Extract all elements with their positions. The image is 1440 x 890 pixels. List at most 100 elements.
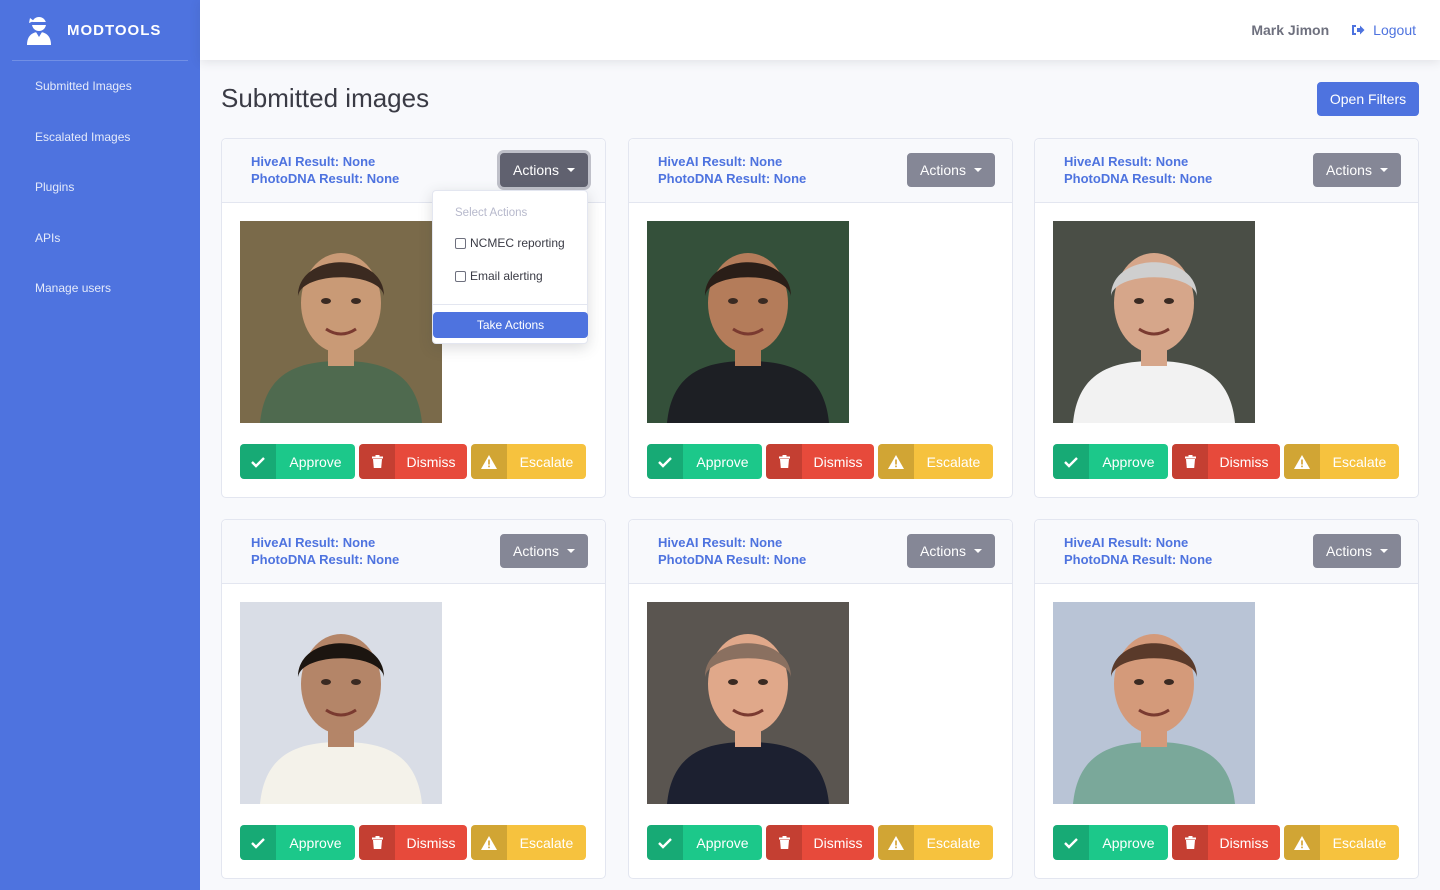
check-icon (1053, 825, 1089, 860)
dismiss-label: Dismiss (1219, 453, 1269, 470)
page-title: Submitted images (221, 83, 430, 113)
image-card: HiveAI Result: None PhotoDNA Result: None… (628, 138, 1013, 498)
dismiss-button[interactable]: Dismiss (1172, 825, 1280, 860)
actions-dropdown-button[interactable]: Actions (500, 534, 588, 568)
warning-icon (1284, 825, 1320, 860)
card-header: HiveAI Result: None PhotoDNA Result: None… (1035, 139, 1418, 203)
checkbox-box[interactable] (455, 270, 466, 282)
approve-button[interactable]: Approve (240, 444, 355, 479)
caret-down-icon (1379, 168, 1388, 172)
actions-dropdown-button[interactable]: Actions (907, 534, 995, 568)
escalate-label: Escalate (1332, 453, 1387, 470)
actions-dropdown-menu: Select Actions NCMEC reporting Email ale… (432, 190, 588, 344)
caret-down-icon (1379, 549, 1388, 553)
card-action-buttons: Approve Dismiss Escalate (240, 444, 590, 479)
email-alerting-checkbox[interactable]: Email alerting (455, 269, 543, 283)
escalate-label: Escalate (926, 834, 981, 851)
card-header: HiveAI Result: None PhotoDNA Result: None… (222, 520, 605, 584)
brand[interactable]: MODTOOLS (12, 0, 188, 61)
card-action-buttons: Approve Dismiss Escalate (1053, 444, 1403, 479)
escalate-button[interactable]: Escalate (471, 825, 586, 860)
submitted-image[interactable] (240, 602, 442, 804)
sidebar-item-apis[interactable]: APIs (0, 213, 200, 264)
escalate-label: Escalate (1332, 834, 1387, 851)
actions-dropdown-button[interactable]: Actions (907, 153, 995, 187)
checkbox-label: Email alerting (470, 269, 543, 283)
dismiss-label: Dismiss (406, 453, 456, 470)
check-icon (647, 444, 683, 479)
actions-label: Actions (920, 543, 966, 559)
dropdown-header: Select Actions (455, 207, 528, 219)
sidebar-item-plugins[interactable]: Plugins (0, 162, 200, 213)
checkbox-box[interactable] (455, 237, 466, 249)
check-icon (240, 444, 276, 479)
actions-dropdown-button[interactable]: Actions (500, 153, 588, 187)
approve-button[interactable]: Approve (647, 444, 762, 479)
dismiss-button[interactable]: Dismiss (766, 444, 874, 479)
trash-icon (766, 444, 802, 479)
approve-label: Approve (289, 834, 342, 851)
approve-label: Approve (696, 834, 749, 851)
dismiss-button[interactable]: Dismiss (766, 825, 874, 860)
caret-down-icon (973, 168, 982, 172)
ncmec-reporting-checkbox[interactable]: NCMEC reporting (455, 236, 565, 250)
hiveai-result: HiveAI Result: None (658, 535, 783, 550)
approve-button[interactable]: Approve (1053, 825, 1168, 860)
escalate-button[interactable]: Escalate (471, 444, 586, 479)
submitted-image[interactable] (240, 221, 442, 423)
photodna-result: PhotoDNA Result: None (1064, 171, 1213, 186)
dismiss-label: Dismiss (813, 834, 863, 851)
user-ninja-icon (26, 15, 52, 45)
trash-icon (766, 825, 802, 860)
approve-label: Approve (1102, 834, 1155, 851)
card-action-buttons: Approve Dismiss Escalate (647, 444, 997, 479)
escalate-button[interactable]: Escalate (878, 825, 993, 860)
escalate-button[interactable]: Escalate (878, 444, 993, 479)
trash-icon (359, 825, 395, 860)
hiveai-result: HiveAI Result: None (251, 154, 376, 169)
warning-icon (878, 825, 914, 860)
sidebar-item-submitted-images[interactable]: Submitted Images (0, 61, 200, 112)
image-card: HiveAI Result: None PhotoDNA Result: None… (1034, 138, 1419, 498)
escalate-button[interactable]: Escalate (1284, 444, 1399, 479)
card-header: HiveAI Result: None PhotoDNA Result: None… (629, 520, 1012, 584)
dismiss-label: Dismiss (1219, 834, 1269, 851)
approve-button[interactable]: Approve (647, 825, 762, 860)
submitted-image[interactable] (647, 221, 849, 423)
actions-dropdown-button[interactable]: Actions (1313, 534, 1401, 568)
sidebar: MODTOOLS Submitted Images Escalated Imag… (0, 0, 200, 890)
escalate-button[interactable]: Escalate (1284, 825, 1399, 860)
take-actions-button[interactable]: Take Actions (433, 312, 588, 338)
submitted-image[interactable] (647, 602, 849, 804)
submitted-image[interactable] (1053, 221, 1255, 423)
sidebar-item-manage-users[interactable]: Manage users (0, 263, 200, 314)
dismiss-label: Dismiss (813, 453, 863, 470)
approve-label: Approve (289, 453, 342, 470)
card-action-buttons: Approve Dismiss Escalate (1053, 825, 1403, 860)
open-filters-button[interactable]: Open Filters (1317, 82, 1419, 116)
logout-link[interactable]: Logout (1351, 22, 1416, 38)
dismiss-button[interactable]: Dismiss (1172, 444, 1280, 479)
approve-button[interactable]: Approve (1053, 444, 1168, 479)
checkbox-label: NCMEC reporting (470, 236, 565, 250)
dropdown-divider (433, 304, 587, 305)
photodna-result: PhotoDNA Result: None (1064, 552, 1213, 567)
submitted-image[interactable] (1053, 602, 1255, 804)
actions-dropdown-button[interactable]: Actions (1313, 153, 1401, 187)
actions-label: Actions (920, 162, 966, 178)
user-name[interactable]: Mark Jimon (1251, 22, 1329, 38)
approve-label: Approve (1102, 453, 1155, 470)
dismiss-button[interactable]: Dismiss (359, 825, 467, 860)
trash-icon (359, 444, 395, 479)
brand-name: MODTOOLS (67, 21, 162, 39)
approve-button[interactable]: Approve (240, 825, 355, 860)
trash-icon (1172, 825, 1208, 860)
sidebar-item-escalated-images[interactable]: Escalated Images (0, 112, 200, 163)
escalate-label: Escalate (519, 834, 574, 851)
card-header: HiveAI Result: None PhotoDNA Result: None… (1035, 520, 1418, 584)
hiveai-result: HiveAI Result: None (251, 535, 376, 550)
card-action-buttons: Approve Dismiss Escalate (240, 825, 590, 860)
dismiss-button[interactable]: Dismiss (359, 444, 467, 479)
actions-label: Actions (1326, 543, 1372, 559)
actions-label: Actions (513, 162, 559, 178)
